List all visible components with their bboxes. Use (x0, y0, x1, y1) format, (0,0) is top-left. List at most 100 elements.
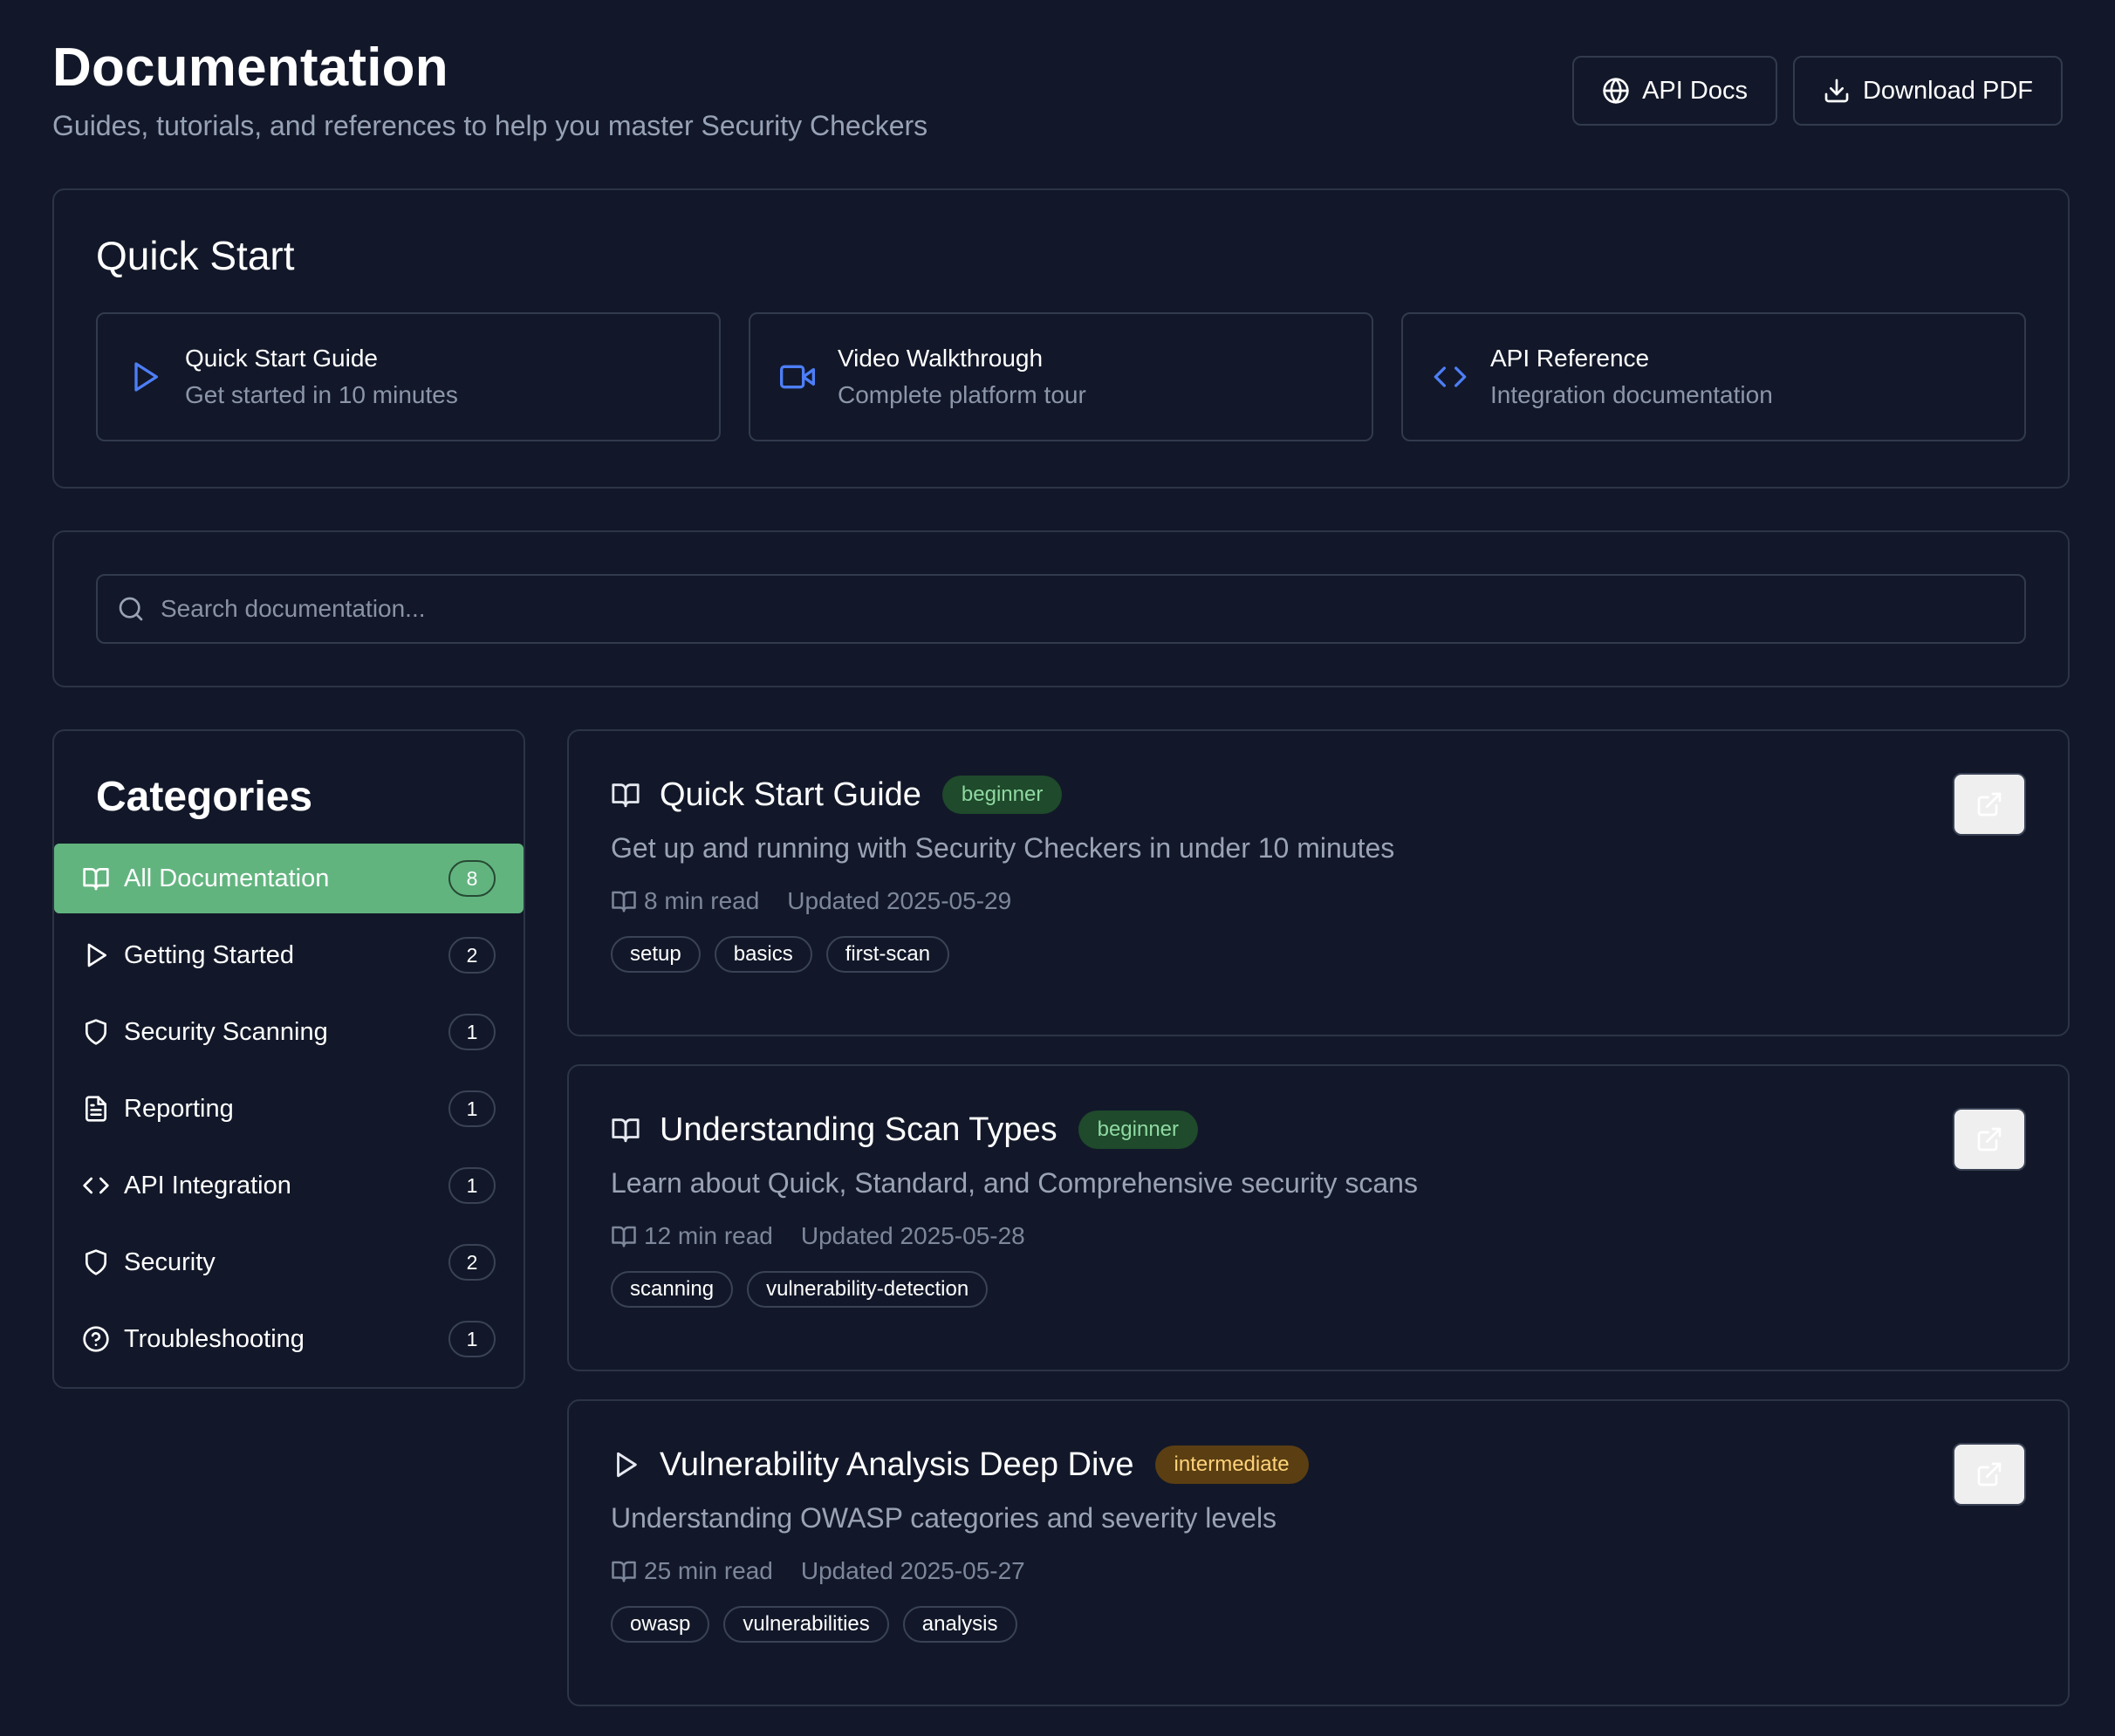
download-icon (1824, 79, 1849, 103)
play-icon (87, 943, 106, 967)
qs-item-title: API Reference (1490, 345, 1650, 372)
open-external-button[interactable] (1953, 1108, 2026, 1171)
book-icon (612, 783, 640, 808)
categories-sidebar: Categories All Documentation 8 Getting S… (52, 729, 525, 1389)
qs-item-title: Quick Start Guide (185, 345, 378, 372)
tag-list: owasp vulnerabilities analysis (611, 1606, 2026, 1643)
sidebar-item-count: 1 (448, 1321, 496, 1357)
tag[interactable]: owasp (611, 1606, 710, 1643)
search-input[interactable] (161, 595, 2005, 623)
doc-title[interactable]: Quick Start Guide (660, 776, 921, 814)
read-time: 25 min read (644, 1557, 773, 1584)
tag[interactable]: basics (714, 936, 812, 973)
doc-title[interactable]: Vulnerability Analysis Deep Dive (660, 1446, 1134, 1484)
level-badge: beginner (1078, 1111, 1199, 1149)
sidebar-item-label: Security (124, 1247, 216, 1276)
external-link-icon (1977, 792, 2002, 817)
doc-title[interactable]: Understanding Scan Types (660, 1111, 1058, 1149)
video-walkthrough-link[interactable]: Video Walkthrough Complete platform tour (749, 312, 1373, 441)
updated-date: Updated 2025-05-27 (800, 1557, 1025, 1584)
external-link-icon (1977, 1127, 2002, 1152)
doc-title-row: Vulnerability Analysis Deep Dive interme… (611, 1443, 2026, 1487)
level-badge: intermediate (1154, 1446, 1309, 1484)
quick-start-guide-text: Quick Start Guide Get started in 10 minu… (185, 345, 458, 409)
sidebar-item-label: Security Scanning (124, 1017, 328, 1046)
page-header: Documentation Guides, tutorials, and ref… (52, 0, 2063, 174)
play-icon (127, 359, 162, 394)
tag[interactable]: vulnerabilities (723, 1606, 889, 1643)
book-icon (612, 891, 636, 912)
search-icon (119, 597, 143, 621)
tag[interactable]: setup (611, 936, 701, 973)
api-reference-text: API Reference Integration documentation (1490, 345, 1773, 409)
sidebar-item-security[interactable]: Security 2 (54, 1227, 524, 1297)
doc-card[interactable]: Understanding Scan Types beginner Learn … (567, 1064, 2070, 1371)
download-pdf-button[interactable]: Download PDF (1792, 56, 2063, 126)
code-icon (1433, 359, 1468, 394)
doc-card[interactable]: Quick Start Guide beginner Get up and ru… (567, 729, 2070, 1036)
categories-heading: Categories (96, 774, 313, 820)
tag-list: scanning vulnerability-detection (611, 1271, 2026, 1308)
quick-start-heading: Quick Start (96, 233, 295, 278)
sidebar-item-count: 2 (448, 1244, 496, 1281)
sidebar-item-label: API Integration (124, 1171, 291, 1199)
qs-item-desc: Get started in 10 minutes (185, 381, 458, 408)
documentation-page: Documentation Guides, tutorials, and ref… (0, 0, 2115, 1736)
book-icon (612, 1226, 636, 1247)
sidebar-item-count: 1 (448, 1167, 496, 1204)
doc-meta: 8 min read Updated 2025-05-29 (611, 887, 2026, 915)
quick-start-card: Quick Start Quick Start Guide Get starte… (52, 188, 2070, 489)
qs-item-desc: Integration documentation (1490, 381, 1773, 408)
header-actions: API Docs Download PDF (1572, 56, 2063, 126)
sidebar-item-count: 8 (448, 860, 496, 897)
tag[interactable]: analysis (902, 1606, 1017, 1643)
sidebar-item-api-integration[interactable]: API Integration 1 (54, 1151, 524, 1220)
doc-card[interactable]: Vulnerability Analysis Deep Dive interme… (567, 1399, 2070, 1706)
open-external-button[interactable] (1953, 1443, 2026, 1506)
sidebar-item-label: Getting Started (124, 940, 295, 969)
download-pdf-label: Download PDF (1862, 76, 2033, 105)
tag[interactable]: first-scan (825, 936, 950, 973)
shield-icon (86, 1249, 106, 1275)
sidebar-item-getting-started[interactable]: Getting Started 2 (54, 920, 524, 990)
tag[interactable]: vulnerability-detection (747, 1271, 989, 1308)
doc-title-row: Quick Start Guide beginner (611, 773, 2026, 817)
play-icon (617, 1452, 637, 1478)
api-reference-link[interactable]: API Reference Integration documentation (1401, 312, 2026, 441)
sidebar-item-count: 2 (448, 937, 496, 974)
external-link-icon (1977, 1462, 2002, 1487)
video-walkthrough-text: Video Walkthrough Complete platform tour (838, 345, 1086, 409)
sidebar-item-security-scanning[interactable]: Security Scanning 1 (54, 997, 524, 1067)
sidebar-item-label: All Documentation (124, 864, 330, 892)
doc-meta: 25 min read Updated 2025-05-27 (611, 1557, 2026, 1585)
doc-meta: 12 min read Updated 2025-05-28 (611, 1222, 2026, 1250)
book-icon (612, 1118, 640, 1143)
doc-description: Get up and running with Security Checker… (611, 832, 1395, 864)
sidebar-item-label: Troubleshooting (124, 1324, 305, 1353)
book-icon (612, 1561, 636, 1582)
sidebar-item-count: 1 (448, 1090, 496, 1127)
qs-item-desc: Complete platform tour (838, 381, 1086, 408)
page-title: Documentation (52, 38, 448, 98)
globe-icon (1603, 78, 1629, 104)
page-subtitle: Guides, tutorials, and references to hel… (52, 110, 928, 141)
sidebar-item-label: Reporting (124, 1094, 234, 1123)
quick-start-guide-link[interactable]: Quick Start Guide Get started in 10 minu… (96, 312, 721, 441)
search-card (52, 530, 2070, 687)
doc-title-row: Understanding Scan Types beginner (611, 1108, 2026, 1152)
read-time: 12 min read (644, 1222, 773, 1249)
sidebar-item-all-documentation[interactable]: All Documentation 8 (54, 844, 524, 913)
open-external-button[interactable] (1953, 773, 2026, 836)
api-docs-button[interactable]: API Docs (1572, 56, 1777, 126)
shield-icon (86, 1019, 106, 1045)
qs-item-title: Video Walkthrough (838, 345, 1044, 372)
sidebar-item-reporting[interactable]: Reporting 1 (54, 1074, 524, 1144)
read-time: 8 min read (644, 887, 760, 914)
sidebar-item-count: 1 (448, 1014, 496, 1050)
tag[interactable]: scanning (611, 1271, 734, 1308)
doc-description: Learn about Quick, Standard, and Compreh… (611, 1167, 1418, 1199)
level-badge: beginner (941, 776, 1063, 814)
sidebar-item-troubleshooting[interactable]: Troubleshooting 1 (54, 1304, 524, 1374)
doc-description: Understanding OWASP categories and sever… (611, 1502, 1277, 1534)
book-icon (83, 868, 109, 891)
